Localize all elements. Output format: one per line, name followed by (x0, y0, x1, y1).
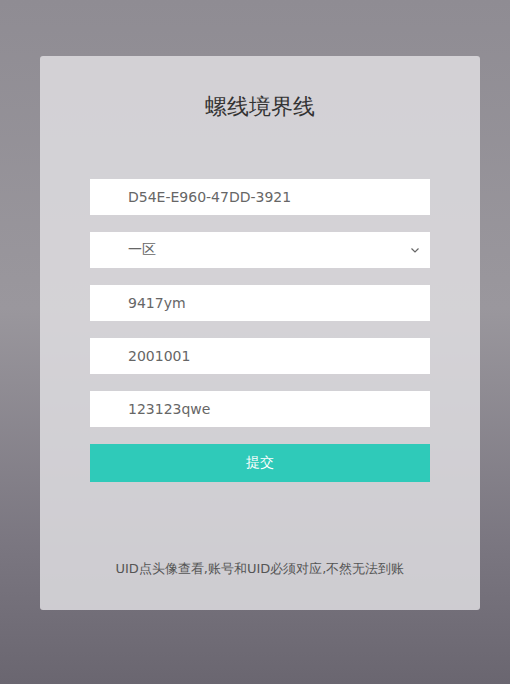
select-value: 一区 (128, 241, 156, 259)
text-field[interactable] (90, 179, 430, 215)
chevron-down-icon (410, 245, 420, 255)
text-field[interactable] (90, 338, 430, 374)
submit-button[interactable]: 提交 (90, 444, 430, 482)
form-note: UID点头像查看,账号和UID必须对应,不然无法到账 (70, 560, 450, 578)
form-title: 螺线境界线 (90, 92, 430, 122)
text-field[interactable] (90, 285, 430, 321)
form-card: 螺线境界线一区提交 UID点头像查看,账号和UID必须对应,不然无法到账 (40, 56, 480, 610)
server-select[interactable]: 一区 (90, 232, 430, 268)
text-field[interactable] (90, 391, 430, 427)
form-fields: 一区提交 (90, 179, 430, 482)
page-background: 螺线境界线一区提交 UID点头像查看,账号和UID必须对应,不然无法到账 (0, 0, 510, 684)
